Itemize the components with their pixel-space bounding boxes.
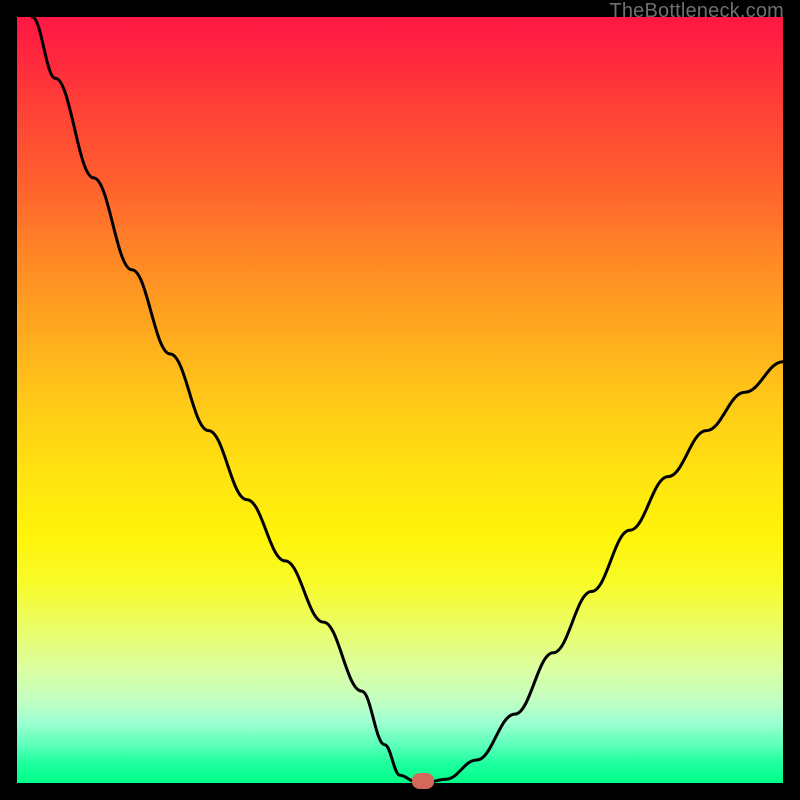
optimal-marker	[412, 773, 434, 789]
plot-area	[17, 17, 783, 783]
bottleneck-curve	[17, 17, 783, 783]
curve-path	[32, 17, 783, 782]
watermark-text: TheBottleneck.com	[609, 0, 784, 23]
chart-container: TheBottleneck.com	[0, 0, 800, 800]
